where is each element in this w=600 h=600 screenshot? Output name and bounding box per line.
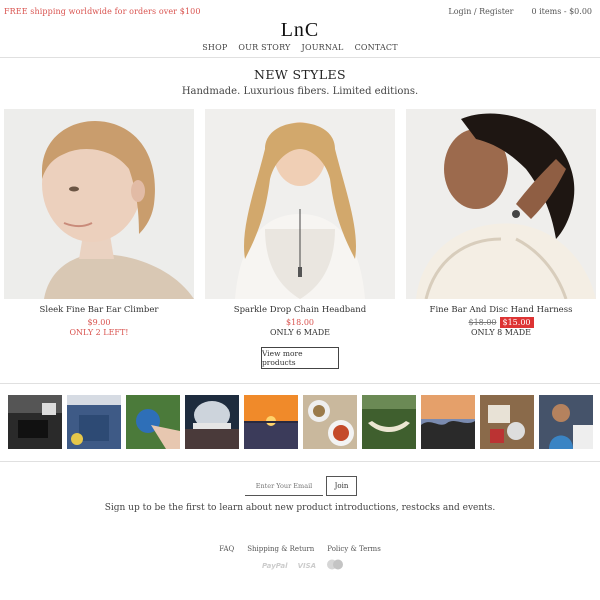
- paypal-icon: PayPal: [262, 561, 288, 570]
- stock-badge: ONLY 8 MADE: [470, 328, 532, 337]
- feed-photo[interactable]: [244, 395, 298, 449]
- email-input[interactable]: [245, 476, 323, 496]
- product-image[interactable]: [205, 109, 395, 299]
- feed-photo[interactable]: [303, 395, 357, 449]
- section-subtitle: Handmade. Luxurious fibers. Limited edit…: [181, 86, 419, 97]
- feed-photo[interactable]: [185, 395, 239, 449]
- product-name[interactable]: Fine Bar And Disc Hand Harness: [406, 305, 596, 315]
- products-divider: [0, 383, 600, 384]
- mastercard-icon: [326, 559, 344, 572]
- feed-photo[interactable]: [126, 395, 180, 449]
- feed-divider: [0, 461, 600, 462]
- shipping-promo: FREE shipping worldwide for orders over …: [4, 7, 201, 16]
- product-card[interactable]: Sparkle Drop Chain Headband $18.00 ONLY …: [205, 109, 395, 337]
- product-name[interactable]: Sleek Fine Bar Ear Climber: [4, 305, 194, 315]
- product-image[interactable]: [406, 109, 596, 299]
- section-title: NEW STYLES: [253, 67, 347, 82]
- feed-photo[interactable]: [67, 395, 121, 449]
- nav-item-our-story[interactable]: OUR STORY: [238, 43, 290, 52]
- payment-methods: PayPal VISA: [262, 559, 344, 572]
- join-button[interactable]: Join: [326, 476, 357, 496]
- product-name[interactable]: Sparkle Drop Chain Headband: [205, 305, 395, 315]
- feed-photo[interactable]: [362, 395, 416, 449]
- main-nav: SHOP OUR STORY JOURNAL CONTACT: [0, 43, 600, 52]
- site-logo[interactable]: LnC: [0, 19, 600, 42]
- product-card[interactable]: Sleek Fine Bar Ear Climber $9.00 ONLY 2 …: [4, 109, 194, 337]
- instagram-feed: [8, 395, 593, 449]
- footer-link-shipping-return[interactable]: Shipping & Return: [247, 545, 314, 553]
- nav-item-journal[interactable]: JOURNAL: [302, 43, 344, 52]
- feed-photo[interactable]: [421, 395, 475, 449]
- view-more-products-button[interactable]: View more products: [261, 347, 339, 369]
- feed-photo[interactable]: [539, 395, 593, 449]
- account-links: Login / Register 0 items - $0.00: [448, 7, 592, 16]
- stock-badge: ONLY 2 LEFT!: [69, 328, 129, 337]
- product-card[interactable]: Fine Bar And Disc Hand Harness $18.00 $15…: [406, 109, 596, 337]
- nav-item-contact[interactable]: CONTACT: [355, 43, 398, 52]
- visa-icon: VISA: [297, 561, 317, 570]
- product-price: $18.00 $15.00: [406, 317, 596, 328]
- footer-links: FAQ Shipping & Return Policy & Terms: [0, 545, 600, 553]
- product-price: $18.00: [286, 318, 314, 327]
- feed-photo[interactable]: [480, 395, 534, 449]
- newsletter-form: Join: [245, 476, 357, 496]
- footer-link-policy-terms[interactable]: Policy & Terms: [327, 545, 381, 553]
- product-image[interactable]: [4, 109, 194, 299]
- newsletter-text: Sign up to be the first to learn about n…: [104, 503, 496, 513]
- cart-link[interactable]: 0 items - $0.00: [531, 7, 592, 16]
- product-price: $9.00: [87, 318, 111, 327]
- feed-photo[interactable]: [8, 395, 62, 449]
- nav-item-shop[interactable]: SHOP: [202, 43, 227, 52]
- original-price: $18.00: [468, 318, 497, 327]
- login-register-link[interactable]: Login / Register: [448, 7, 513, 16]
- stock-badge: ONLY 6 MADE: [269, 328, 331, 337]
- sale-price: $15.00: [499, 317, 534, 328]
- header-divider: [0, 57, 600, 58]
- footer-link-faq[interactable]: FAQ: [219, 545, 234, 553]
